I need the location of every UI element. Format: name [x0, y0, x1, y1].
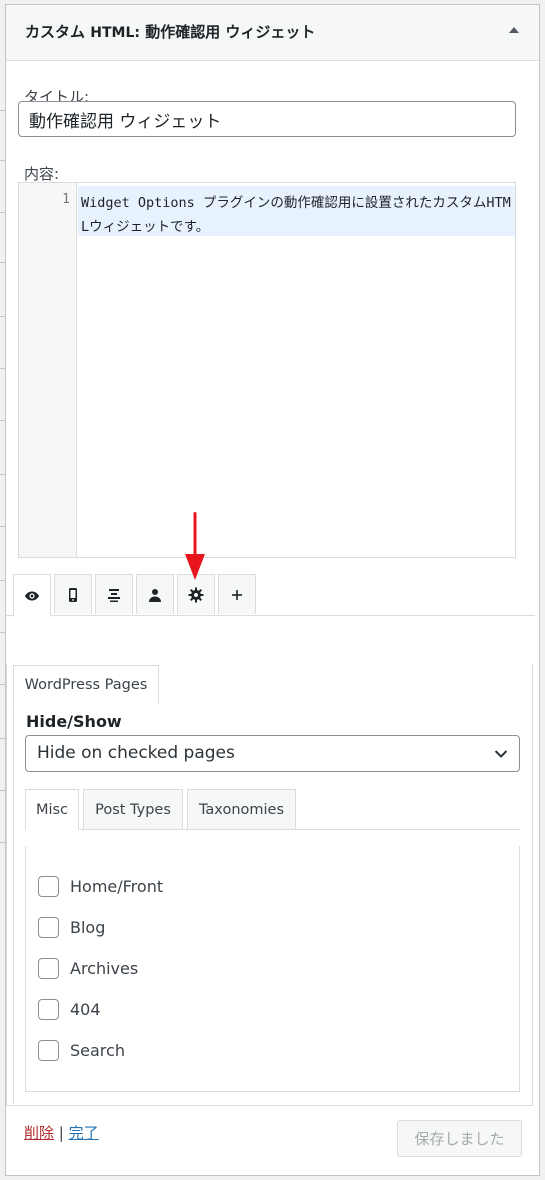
- align-center-icon: [108, 588, 120, 602]
- checkbox-row-404[interactable]: 404: [38, 998, 101, 1020]
- checkbox-blog[interactable]: [38, 916, 59, 938]
- code-content[interactable]: Widget Options プラグインの動作確認用に設置されたカスタムHTML…: [81, 191, 513, 239]
- widget-title-html: HTML:: [90, 25, 140, 41]
- collapse-toggle-icon[interactable]: [509, 27, 519, 33]
- checkbox-label: Home/Front: [70, 876, 164, 896]
- tab-devices[interactable]: [54, 574, 92, 614]
- checkbox-label: Archives: [70, 958, 139, 978]
- checkbox-label: 404: [70, 999, 101, 1019]
- checkbox-home-front[interactable]: [38, 875, 59, 897]
- checkbox-row-search[interactable]: Search: [38, 1039, 125, 1061]
- user-icon: [149, 588, 161, 602]
- checkbox-row-home-front[interactable]: Home/Front: [38, 875, 163, 897]
- tab-visibility[interactable]: [13, 574, 51, 617]
- done-link[interactable]: 完了: [69, 1124, 99, 1142]
- line-number-gutter: 1: [19, 183, 77, 557]
- delete-link[interactable]: 削除: [24, 1124, 54, 1142]
- line-number: 1: [62, 192, 70, 207]
- content-label: 内容:: [24, 165, 60, 183]
- tab-add[interactable]: [218, 574, 256, 614]
- annotation-arrow-icon: [185, 512, 205, 580]
- hide-show-selected-value: Hide on checked pages: [37, 743, 235, 763]
- checkbox-row-archives[interactable]: Archives: [38, 957, 138, 979]
- tab-wordpress-pages[interactable]: WordPress Pages: [13, 665, 159, 705]
- checkbox-search[interactable]: [38, 1039, 59, 1061]
- title-input[interactable]: [18, 101, 516, 137]
- checkbox-label: Search: [70, 1040, 125, 1060]
- save-button[interactable]: 保存しました: [397, 1120, 522, 1157]
- code-editor[interactable]: 1 Widget Options プラグインの動作確認用に設置されたカスタムHT…: [18, 182, 516, 558]
- tab-user-roles[interactable]: [136, 574, 174, 614]
- tab-misc[interactable]: Misc: [25, 789, 79, 830]
- checkbox-404[interactable]: [38, 998, 59, 1020]
- widget-title[interactable]: カスタム HTML: 動作確認用 ウィジェット: [25, 21, 315, 42]
- link-separator: |: [58, 1124, 64, 1142]
- plus-icon: [232, 589, 242, 600]
- widget-header[interactable]: カスタム HTML: 動作確認用 ウィジェット: [6, 5, 539, 61]
- gear-icon: [188, 587, 204, 602]
- checkbox-label: Blog: [70, 917, 106, 937]
- widget-title-prefix: カスタム: [25, 23, 86, 41]
- checkbox-row-blog[interactable]: Blog: [38, 916, 105, 938]
- mobile-icon: [69, 587, 77, 602]
- tab-taxonomies[interactable]: Taxonomies: [187, 789, 296, 830]
- hide-show-select[interactable]: Hide on checked pages: [25, 735, 520, 772]
- checkbox-archives[interactable]: [38, 957, 59, 979]
- widget-control-links: 削除 | 完了: [24, 1122, 99, 1143]
- chevron-down-icon: [494, 750, 508, 758]
- widget-options-icon-tabs: [6, 574, 535, 617]
- tab-alignment[interactable]: [95, 574, 133, 614]
- widget-title-name: 動作確認用 ウィジェット: [145, 23, 316, 41]
- eye-icon: [25, 591, 39, 601]
- hide-show-label: Hide/Show: [26, 712, 122, 731]
- tab-post-types[interactable]: Post Types: [83, 789, 183, 830]
